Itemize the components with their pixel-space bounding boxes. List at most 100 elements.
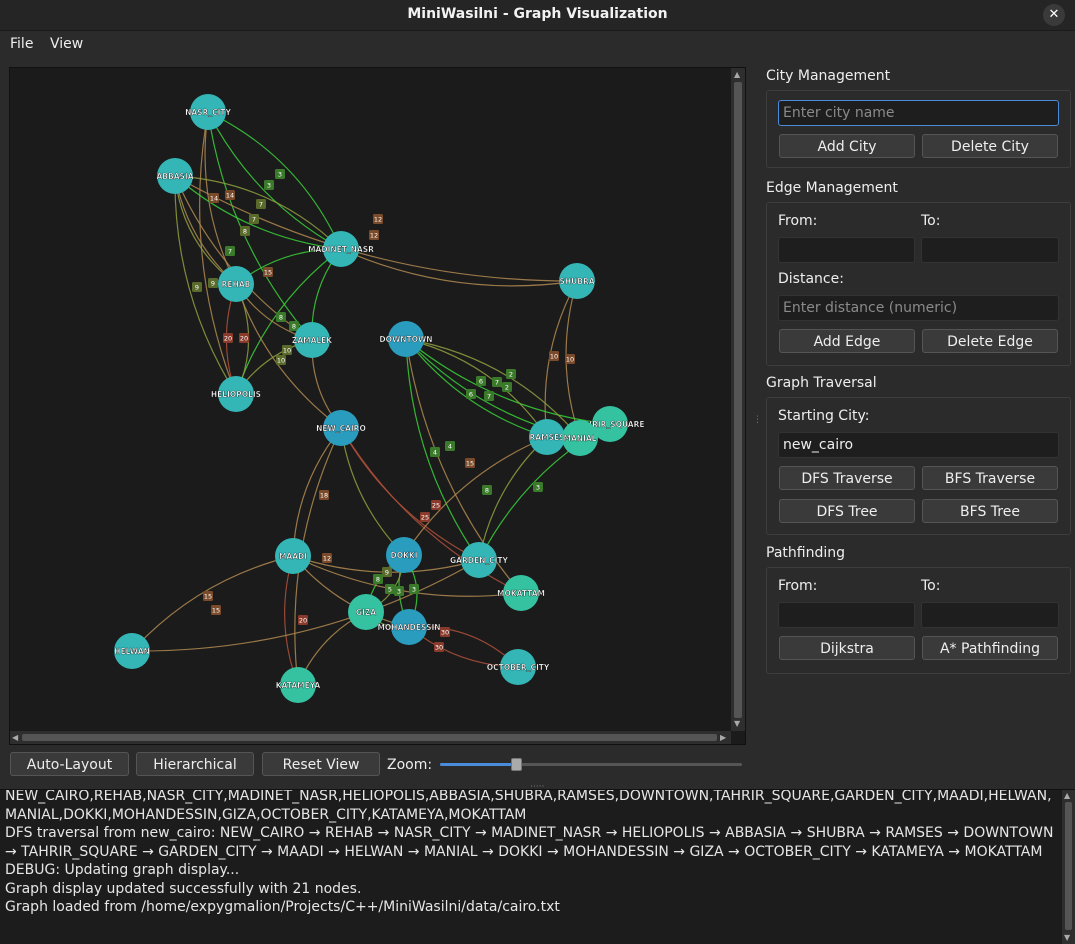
edge-weight-label: 25 — [420, 512, 430, 522]
path-from-input[interactable] — [778, 602, 915, 628]
edge-weight-label: 10 — [565, 354, 575, 364]
scroll-thumb[interactable] — [22, 734, 717, 741]
city-node[interactable]: MANIAL — [562, 420, 598, 456]
path-to-input[interactable] — [921, 602, 1059, 628]
edge-weight-text: 12 — [370, 232, 378, 240]
city-node[interactable]: ABBASIA — [156, 158, 194, 194]
scroll-thumb[interactable] — [734, 82, 742, 718]
city-node[interactable]: OCTOBER_CITY — [487, 649, 550, 685]
auto-layout-button[interactable]: Auto-Layout — [10, 752, 129, 776]
city-node-label: MAADI — [279, 552, 307, 561]
astar-pathfinding-button[interactable]: A* Pathfinding — [922, 636, 1058, 660]
graph-horizontal-scrollbar[interactable]: ◀ ▶ — [10, 731, 731, 744]
dfs-tree-button[interactable]: DFS Tree — [779, 499, 915, 523]
city-node[interactable]: MADINET_NASR — [308, 231, 374, 267]
menu-file[interactable]: File — [10, 36, 33, 52]
graph-edge — [131, 555, 294, 652]
delete-city-button[interactable]: Delete City — [922, 134, 1058, 158]
city-node-label: DOWNTOWN — [379, 335, 432, 344]
dijkstra-button[interactable]: Dijkstra — [779, 636, 915, 660]
city-node-label: OCTOBER_CITY — [487, 663, 550, 672]
edge-weight-label: 30 — [440, 627, 450, 637]
scroll-right-icon[interactable]: ▶ — [720, 733, 726, 743]
graph-svg[interactable]: 3314 1477 121287159 98820 201010 10 106 7226 744… — [10, 68, 731, 731]
city-node[interactable]: REHAB — [218, 266, 254, 302]
edge-from-label: From: — [778, 213, 818, 229]
edge-weight-label: 5 — [385, 584, 395, 594]
edge-to-input[interactable] — [921, 237, 1059, 263]
edge-weight-text: 15 — [212, 607, 220, 615]
graph-vertical-scrollbar[interactable]: ▲ ▼ — [731, 68, 745, 731]
edge-weight-label: 2 — [502, 382, 512, 392]
starting-city-label: Starting City: — [778, 408, 870, 424]
scroll-left-icon[interactable]: ◀ — [12, 733, 18, 743]
path-from-label: From: — [778, 578, 818, 594]
graph-edge — [292, 427, 342, 557]
graph-canvas[interactable]: 3 3 14 14 7 7 12 12 8 7 15 9 9 8 8 20 20 10 10 10 10 6 7 2 2 6 7 4 4… — [9, 67, 746, 745]
city-node-label: MOHANDESSIN — [377, 623, 440, 632]
edge-weight-text: 10 — [566, 356, 574, 364]
edge-weight-label: 8 — [240, 226, 250, 236]
city-node[interactable]: HELWAN — [114, 633, 150, 669]
splitter-handle[interactable]: ⋮ — [753, 415, 762, 425]
close-icon[interactable]: ✕ — [1043, 4, 1065, 26]
city-node[interactable]: DOWNTOWN — [379, 321, 433, 357]
bfs-tree-button[interactable]: BFS Tree — [922, 499, 1058, 523]
delete-edge-button[interactable]: Delete Edge — [922, 329, 1058, 353]
edge-weight-label: 20 — [223, 333, 233, 343]
city-name-input[interactable] — [778, 100, 1059, 126]
city-node[interactable]: HELIOPOLIS — [211, 376, 261, 412]
add-city-button[interactable]: Add City — [779, 134, 915, 158]
log-line: Graph display updated successfully with … — [5, 880, 362, 897]
edge-weight-label: 3 — [409, 584, 419, 594]
menu-view[interactable]: View — [50, 36, 83, 52]
output-log[interactable]: NEW_CAIRO,REHAB,NASR_CITY,MADINET_NASR,H… — [0, 789, 1075, 944]
city-node[interactable]: RAMSES — [529, 419, 565, 455]
scroll-up-icon[interactable]: ▲ — [1064, 791, 1070, 801]
edge-weight-label: 15 — [465, 458, 475, 468]
city-node[interactable]: NASR_CITY — [185, 94, 232, 130]
edge-from-input[interactable] — [778, 237, 915, 263]
zoom-label: Zoom: — [387, 757, 433, 773]
edge-weight-text: 9 — [211, 280, 215, 288]
log-scrollbar[interactable]: ▲ ▼ — [1062, 790, 1075, 944]
city-node-label: HELIOPOLIS — [211, 390, 261, 399]
scroll-down-icon[interactable]: ▼ — [1064, 933, 1070, 943]
city-node[interactable]: MOKATTAM — [497, 575, 545, 611]
dfs-traverse-button[interactable]: DFS Traverse — [779, 466, 915, 490]
edge-weight-text: 10 — [550, 353, 558, 361]
edge-weight-label: 7 — [249, 214, 259, 224]
edge-weight-text: 3 — [267, 182, 271, 190]
edge-weight-label: 12 — [369, 230, 379, 240]
log-line: DFS traversal from new_cairo: NEW_CAIRO … — [5, 825, 1058, 860]
scroll-thumb[interactable] — [1065, 802, 1072, 930]
hierarchical-button[interactable]: Hierarchical — [136, 752, 254, 776]
city-node[interactable]: MOHANDESSIN — [377, 609, 441, 645]
reset-view-button[interactable]: Reset View — [262, 752, 380, 776]
edge-weight-label: 18 — [319, 490, 329, 500]
city-node[interactable]: GARDEN_CITY — [450, 542, 509, 578]
edge-weight-label: 3 — [275, 169, 285, 179]
scroll-up-icon[interactable]: ▲ — [734, 70, 740, 80]
bfs-traverse-button[interactable]: BFS Traverse — [922, 466, 1058, 490]
edge-weight-text: 30 — [441, 629, 449, 637]
city-node[interactable]: DOKKI — [386, 537, 422, 573]
city-node-label: NEW_CAIRO — [316, 424, 366, 433]
city-node[interactable]: SHUBRA — [559, 263, 595, 299]
city-node[interactable]: MAADI — [275, 538, 311, 574]
city-node[interactable]: KATAMEYA — [276, 667, 321, 703]
edge-weight-text: 8 — [485, 487, 489, 495]
city-node-label: HELWAN — [114, 647, 150, 656]
graph-edge — [207, 111, 342, 250]
add-edge-button[interactable]: Add Edge — [779, 329, 915, 353]
graph-edge — [405, 338, 611, 425]
zoom-slider-handle[interactable] — [510, 758, 522, 771]
edge-weight-label: 2 — [506, 369, 516, 379]
log-lines: NEW_CAIRO,REHAB,NASR_CITY,MADINET_NASR,H… — [5, 790, 1055, 917]
edge-weight-text: 3 — [397, 588, 401, 596]
edge-weight-label: 12 — [373, 214, 383, 224]
starting-city-input[interactable]: new_cairo — [778, 432, 1059, 458]
city-node[interactable]: NEW_CAIRO — [316, 410, 366, 446]
scroll-down-icon[interactable]: ▼ — [734, 719, 740, 729]
distance-input[interactable] — [778, 295, 1059, 321]
